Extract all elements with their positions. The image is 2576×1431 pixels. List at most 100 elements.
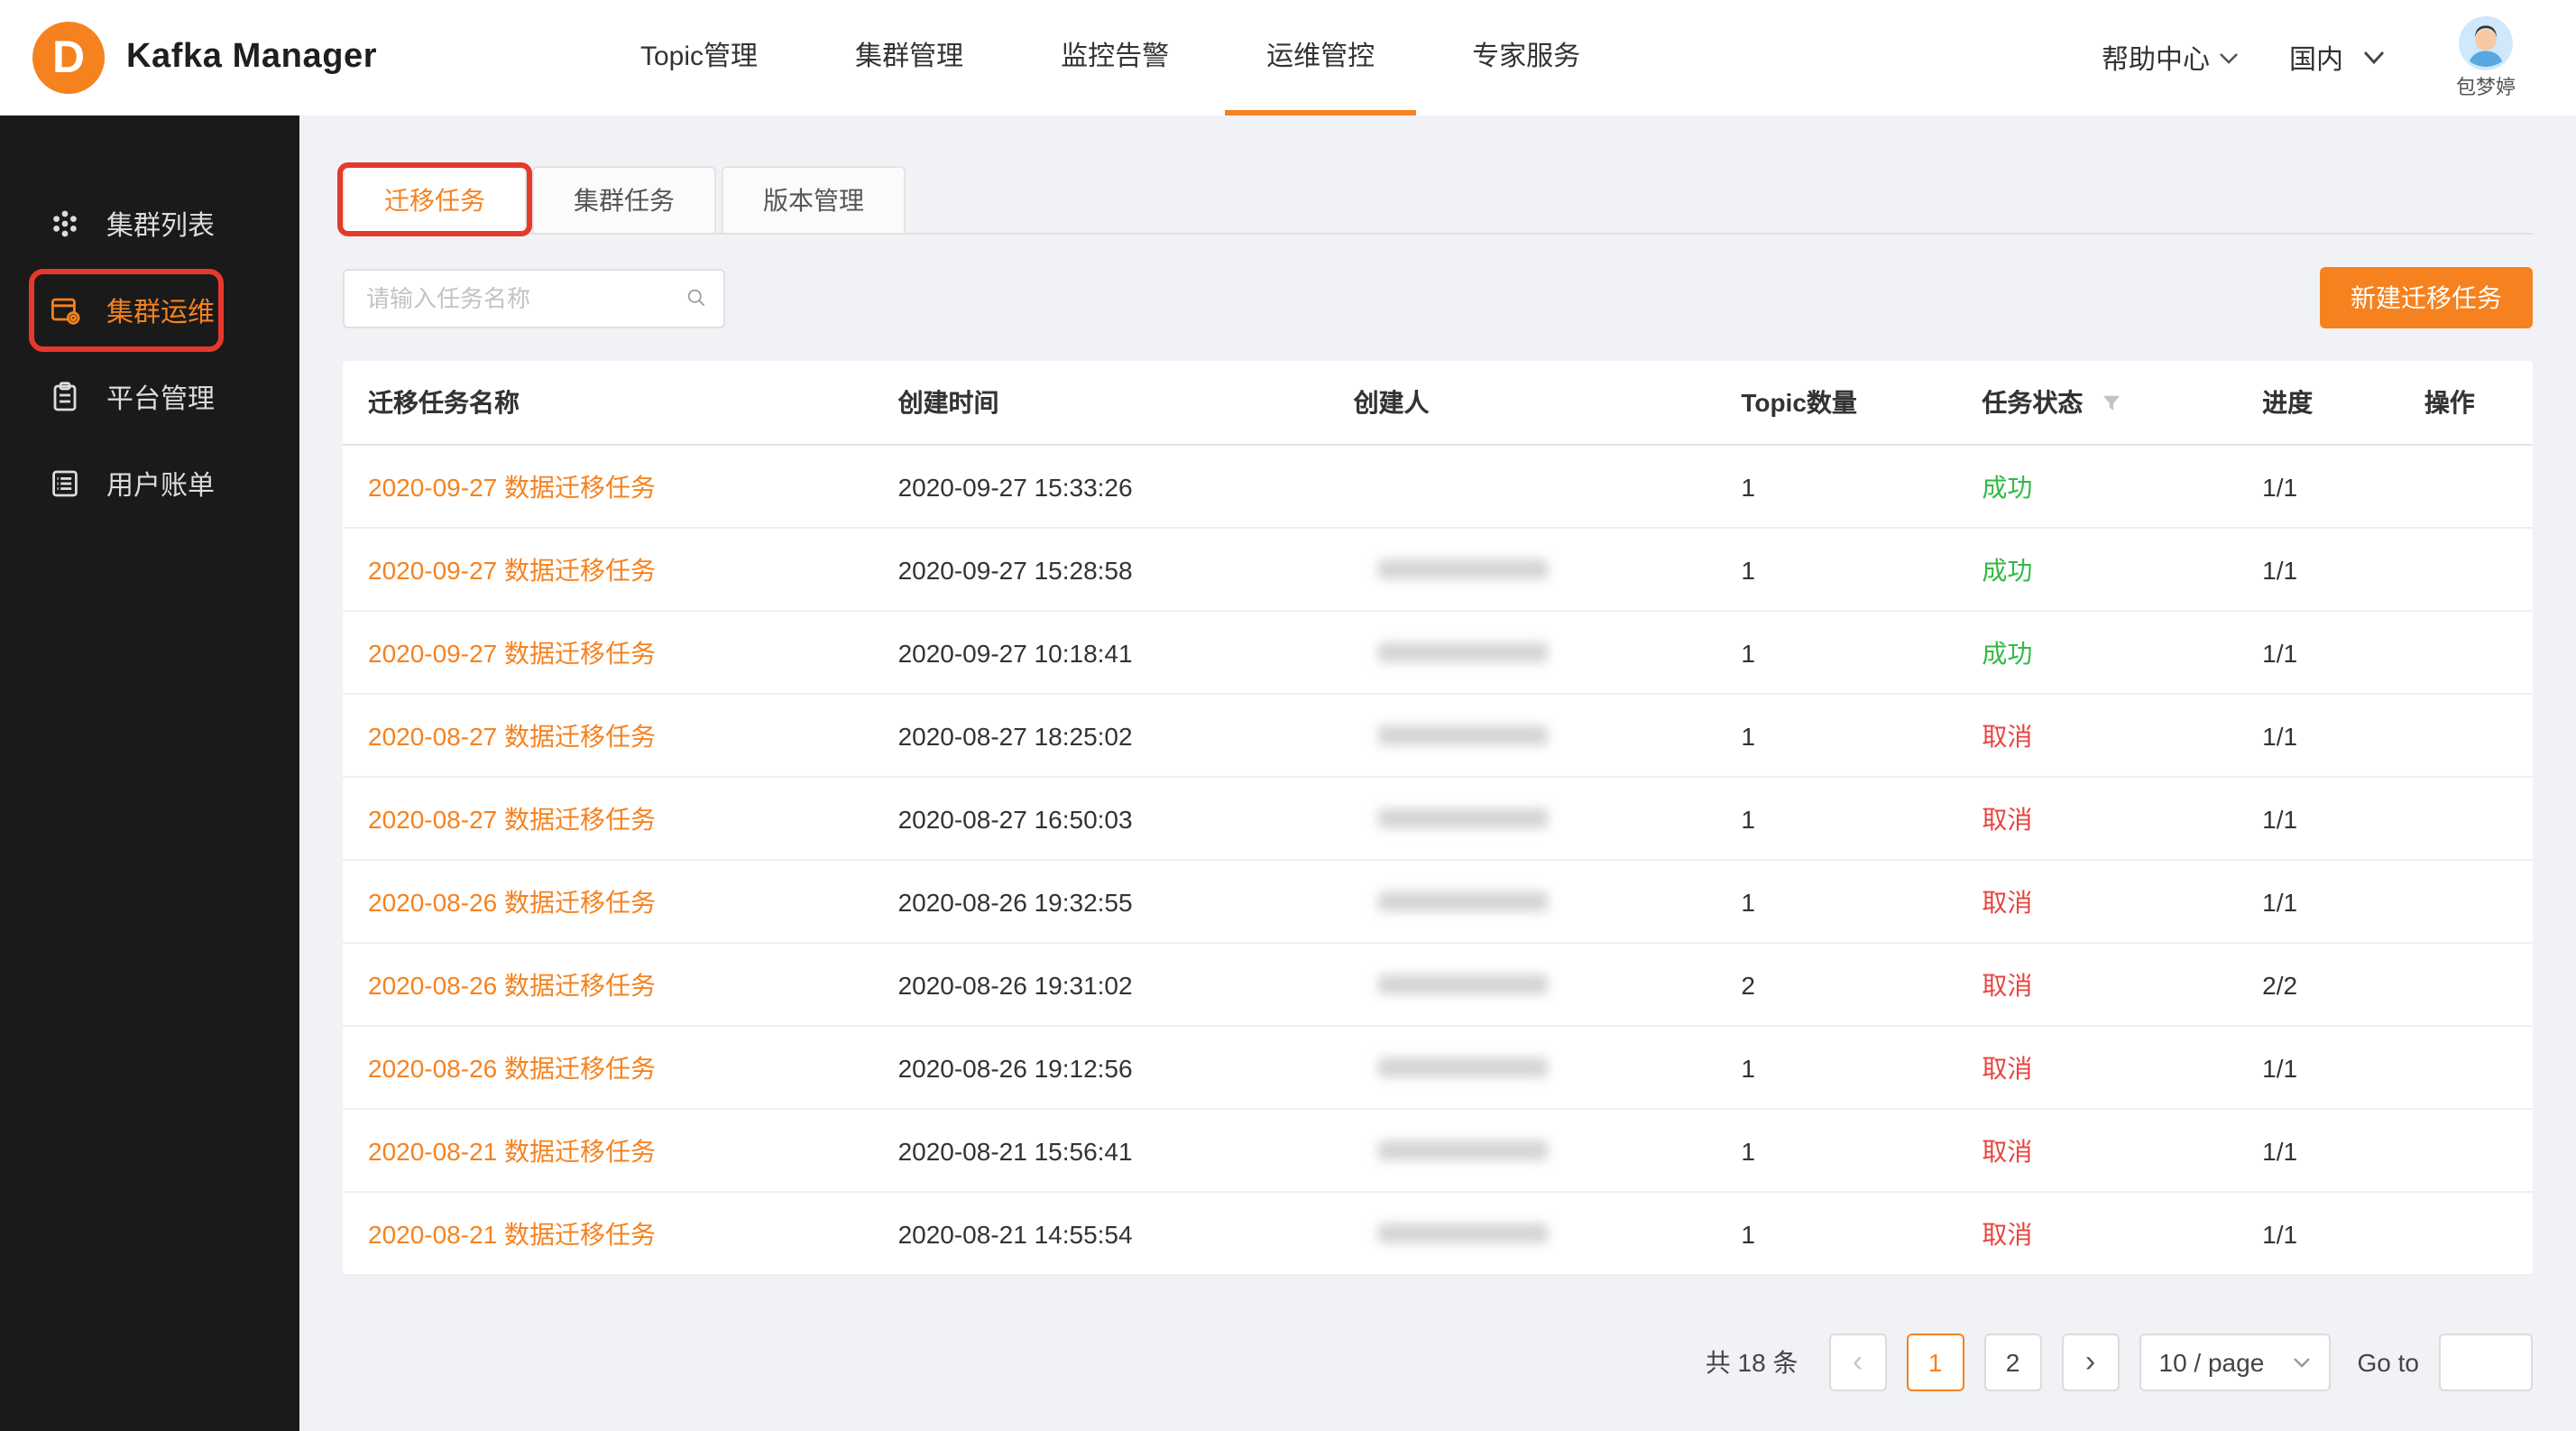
task-status-badge: 取消 (1982, 970, 2032, 999)
goto-page-input[interactable] (2439, 1334, 2533, 1391)
task-status-badge: 取消 (1982, 887, 2032, 916)
toolbar: 新建迁移任务 (343, 267, 2533, 328)
table-row: 2020-08-27 数据迁移任务 2020-08-27 16:50:03 1 … (343, 777, 2533, 860)
task-progress: 1/1 (2237, 860, 2399, 943)
task-topic-count: 1 (1716, 777, 1956, 860)
help-center-menu[interactable]: 帮助中心 (2102, 39, 2239, 77)
col-progress: 进度 (2237, 361, 2399, 445)
tab-version-management[interactable]: 版本管理 (722, 166, 906, 233)
task-name-link[interactable]: 2020-08-21 数据迁移任务 (368, 1136, 656, 1165)
next-page-button[interactable]: › (2062, 1334, 2120, 1391)
table-row: 2020-08-26 数据迁移任务 2020-08-26 19:31:02 2 … (343, 943, 2533, 1026)
nav-topic-management[interactable]: Topic管理 (592, 0, 806, 115)
task-creator (1379, 808, 1549, 827)
task-created-time: 2020-08-27 18:25:02 (873, 694, 1329, 777)
tab-label: 集群任务 (574, 186, 675, 215)
task-name-link[interactable]: 2020-08-26 数据迁移任务 (368, 970, 656, 999)
search-icon (687, 285, 705, 310)
sidebar-item-cluster-ops[interactable]: 集群运维 (0, 267, 299, 354)
region-select[interactable]: 国内 (2289, 39, 2385, 77)
task-created-time: 2020-09-27 15:33:26 (873, 445, 1329, 528)
task-progress: 1/1 (2237, 777, 2399, 860)
task-search-box (343, 268, 725, 328)
task-status-badge: 取消 (1982, 1136, 2032, 1165)
main-nav: Topic管理 集群管理 监控告警 运维管控 专家服务 (592, 0, 1629, 115)
task-name-link[interactable]: 2020-08-26 数据迁移任务 (368, 1053, 656, 1082)
task-progress: 2/2 (2237, 943, 2399, 1026)
table-row: 2020-08-26 数据迁移任务 2020-08-26 19:32:55 1 … (343, 860, 2533, 943)
tab-cluster-tasks[interactable]: 集群任务 (532, 166, 716, 233)
task-creator (1379, 559, 1549, 578)
task-creator (1379, 1223, 1549, 1242)
user-menu[interactable]: 包梦婷 (2435, 15, 2536, 100)
page-button-2[interactable]: 2 (1984, 1334, 2042, 1391)
sidebar-item-label: 用户账单 (106, 465, 215, 503)
task-name-link[interactable]: 2020-08-26 数据迁移任务 (368, 887, 656, 916)
sidebar-item-platform-management[interactable]: 平台管理 (0, 354, 299, 440)
task-creator (1379, 1140, 1549, 1159)
brand: D Kafka Manager (0, 22, 465, 94)
table-row: 2020-09-27 数据迁移任务 2020-09-27 15:28:58 1 … (343, 528, 2533, 611)
sidebar-item-label: 集群运维 (106, 291, 215, 329)
cluster-ops-icon (49, 294, 81, 327)
table-header-row: 迁移任务名称 创建时间 创建人 Topic数量 任务状态 进度 操作 (343, 361, 2533, 445)
page-button-1[interactable]: 1 (1907, 1334, 1964, 1391)
task-creator (1379, 891, 1549, 910)
task-table-body: 2020-09-27 数据迁移任务 2020-09-27 15:33:26 1 … (343, 445, 2533, 1275)
task-progress: 1/1 (2237, 1109, 2399, 1192)
task-created-time: 2020-08-21 14:55:54 (873, 1192, 1329, 1275)
task-topic-count: 1 (1716, 1026, 1956, 1109)
page-size-select[interactable]: 10 / page (2139, 1334, 2331, 1391)
table-row: 2020-09-27 数据迁移任务 2020-09-27 15:33:26 1 … (343, 445, 2533, 528)
sidebar-item-user-billing[interactable]: 用户账单 (0, 440, 299, 527)
task-topic-count: 1 (1716, 860, 1956, 943)
task-progress: 1/1 (2237, 694, 2399, 777)
new-migration-task-button[interactable]: 新建迁移任务 (2320, 267, 2533, 328)
task-name-link[interactable]: 2020-09-27 数据迁移任务 (368, 638, 656, 667)
prev-page-button[interactable]: ‹ (1829, 1334, 1887, 1391)
task-topic-count: 1 (1716, 1109, 1956, 1192)
goto-label: Go to (2358, 1348, 2420, 1377)
region-label: 国内 (2289, 39, 2343, 77)
task-operation (2399, 1192, 2533, 1275)
task-created-time: 2020-08-26 19:31:02 (873, 943, 1329, 1026)
nav-expert-service[interactable]: 专家服务 (1423, 0, 1629, 115)
nav-monitoring-alerts[interactable]: 监控告警 (1012, 0, 1218, 115)
col-operation: 操作 (2399, 361, 2533, 445)
page-size-value: 10 / page (2159, 1348, 2265, 1377)
nav-ops-control[interactable]: 运维管控 (1218, 0, 1423, 115)
task-name-link[interactable]: 2020-08-27 数据迁移任务 (368, 804, 656, 833)
task-creator (1379, 1057, 1549, 1076)
sidebar-item-label: 平台管理 (106, 378, 215, 416)
col-task-status: 任务状态 (1956, 361, 2237, 445)
task-created-time: 2020-08-26 19:12:56 (873, 1026, 1329, 1109)
task-topic-count: 1 (1716, 528, 1956, 611)
task-name-link[interactable]: 2020-08-27 数据迁移任务 (368, 721, 656, 750)
task-status-badge: 取消 (1982, 721, 2032, 750)
task-operation (2399, 611, 2533, 694)
sidebar-item-cluster-list[interactable]: 集群列表 (0, 180, 299, 267)
task-creator (1379, 974, 1549, 993)
col-creator: 创建人 (1329, 361, 1716, 445)
task-status-badge: 成功 (1982, 555, 2032, 584)
task-name-link[interactable]: 2020-08-21 数据迁移任务 (368, 1219, 656, 1248)
task-operation (2399, 860, 2533, 943)
tab-migration-tasks[interactable]: 迁移任务 (343, 166, 527, 233)
table-row: 2020-08-21 数据迁移任务 2020-08-21 14:55:54 1 … (343, 1192, 2533, 1275)
task-status-badge: 取消 (1982, 804, 2032, 833)
avatar (2459, 15, 2513, 69)
nav-cluster-management[interactable]: 集群管理 (806, 0, 1012, 115)
task-operation (2399, 777, 2533, 860)
pagination: 共 18 条 ‹ 1 2 › 10 / page Go to (343, 1334, 2533, 1391)
filter-icon[interactable] (2101, 393, 2121, 413)
task-topic-count: 1 (1716, 694, 1956, 777)
task-name-link[interactable]: 2020-09-27 数据迁移任务 (368, 555, 656, 584)
task-topic-count: 1 (1716, 1192, 1956, 1275)
task-name-link[interactable]: 2020-09-27 数据迁移任务 (368, 472, 656, 501)
sidebar-item-label: 集群列表 (106, 205, 215, 243)
task-created-time: 2020-09-27 15:28:58 (873, 528, 1329, 611)
task-status-badge: 取消 (1982, 1053, 2032, 1082)
task-status-badge: 取消 (1982, 1219, 2032, 1248)
search-input[interactable] (363, 282, 687, 313)
task-topic-count: 1 (1716, 445, 1956, 528)
